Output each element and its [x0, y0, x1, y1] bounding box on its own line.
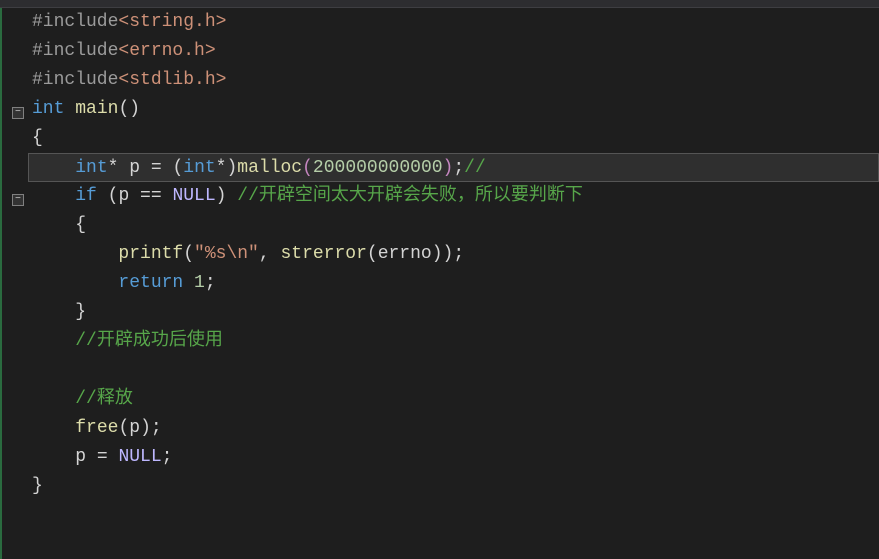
- code-line: {: [32, 124, 879, 153]
- code-line: p = NULL;: [32, 443, 879, 472]
- editor-top-bar: [0, 0, 879, 8]
- brace-token: }: [32, 476, 43, 496]
- fold-gutter: − −: [10, 8, 28, 559]
- code-area[interactable]: #include<string.h> #include<errno.h> #in…: [28, 8, 879, 559]
- func-token: strerror: [280, 244, 366, 264]
- brace-token: {: [32, 128, 43, 148]
- code-line: }: [32, 298, 879, 327]
- func-token: free: [75, 418, 118, 438]
- code-line: {: [32, 211, 879, 240]
- code-line: #include<string.h>: [32, 8, 879, 37]
- editor-wrap: − − #include<string.h> #include<errno.h>…: [0, 8, 879, 559]
- type-token: int: [75, 158, 107, 178]
- code-line: #include<stdlib.h>: [32, 66, 879, 95]
- preproc-token: #include: [32, 12, 118, 32]
- code-line: //开辟成功后使用: [32, 327, 879, 356]
- fold-toggle-if[interactable]: −: [12, 194, 24, 206]
- comment-token: //开辟空间太大开辟会失败，所以要判断下: [237, 186, 583, 206]
- code-line: }: [32, 472, 879, 501]
- macro-token: NULL: [172, 186, 215, 206]
- paren-token: (): [118, 99, 140, 119]
- func-token: malloc: [237, 158, 302, 178]
- type-token: int: [32, 99, 64, 119]
- comment-token: //开辟成功后使用: [75, 331, 223, 351]
- code-line: int main(): [32, 95, 879, 124]
- comment-token: //: [464, 158, 486, 178]
- code-line: //释放: [32, 385, 879, 414]
- header-token: <string.h>: [118, 12, 226, 32]
- preproc-token: #include: [32, 70, 118, 90]
- code-line: if (p == NULL) //开辟空间太大开辟会失败，所以要判断下: [32, 182, 879, 211]
- header-token: <errno.h>: [118, 41, 215, 61]
- fold-toggle-main[interactable]: −: [12, 107, 24, 119]
- header-token: <stdlib.h>: [118, 70, 226, 90]
- code-line: [32, 356, 879, 385]
- string-token: "%s\n": [194, 244, 259, 264]
- comment-token: //释放: [75, 389, 133, 409]
- code-line: #include<errno.h>: [32, 37, 879, 66]
- func-token: printf: [118, 244, 183, 264]
- keyword-token: return: [118, 273, 194, 293]
- code-line-current: int* p = (int*)malloc(200000000000);//: [28, 153, 879, 182]
- number-token: 1: [194, 273, 205, 293]
- ident-token: p: [129, 158, 151, 178]
- code-line: free(p);: [32, 414, 879, 443]
- func-token: main: [75, 99, 118, 119]
- color-margin: [0, 8, 10, 559]
- number-token: 200000000000: [313, 158, 443, 178]
- code-line: printf("%s\n", strerror(errno));: [32, 240, 879, 269]
- keyword-token: if: [75, 186, 107, 206]
- brace-token: }: [75, 302, 86, 322]
- code-line: return 1;: [32, 269, 879, 298]
- brace-token: {: [75, 215, 86, 235]
- preproc-token: #include: [32, 41, 118, 61]
- macro-token: NULL: [118, 447, 161, 467]
